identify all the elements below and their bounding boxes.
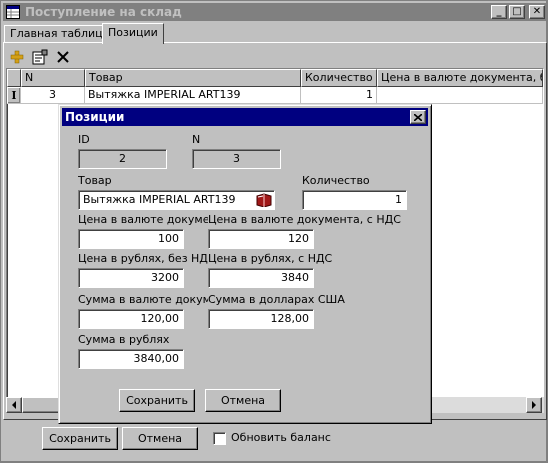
scroll-thumb[interactable] (22, 397, 62, 413)
cell-product[interactable]: Вытяжка IMPERIAL ART139 (85, 87, 301, 104)
row-indicator: I (7, 87, 21, 104)
arrow-left-icon (12, 401, 16, 409)
close-icon: ✕ (532, 6, 542, 17)
price-rub-label: Цена в рублях, без НДС (78, 252, 208, 265)
close-icon (414, 113, 422, 121)
column-header-price[interactable]: Цена в валюте документа, без (377, 69, 543, 87)
product-value: Вытяжка IMPERIAL ART139 (83, 193, 236, 206)
qty-field[interactable]: 1 (302, 190, 407, 210)
sum-doc-label: Сумма в валюте документа (78, 293, 208, 306)
column-header-qty[interactable]: Количество (301, 69, 377, 87)
id-field: 2 (78, 149, 167, 169)
product-label: Товар (78, 174, 112, 187)
grid-indicator-header (7, 69, 21, 87)
price-doc-field[interactable]: 100 (78, 229, 184, 249)
maximize-icon: □ (512, 6, 522, 17)
update-balance-checkbox[interactable] (213, 432, 226, 445)
table-row[interactable]: I 3 Вытяжка IMPERIAL ART139 1 (7, 87, 543, 104)
cell-n[interactable]: 3 (21, 87, 85, 104)
minimize-button[interactable]: _ (491, 5, 507, 19)
footer-cancel-button[interactable]: Отмена (122, 427, 198, 450)
edit-button[interactable] (30, 47, 50, 67)
tab-positions[interactable]: Позиции (102, 23, 164, 44)
add-button[interactable] (7, 47, 27, 67)
window-titlebar[interactable]: Поступление на склад _ □ ✕ (3, 3, 547, 21)
tab-main-table[interactable]: Главная таблица (4, 25, 116, 43)
tab-positions-label: Позиции (108, 26, 158, 39)
dialog-cancel-button[interactable]: Отмена (205, 389, 281, 412)
qty-label: Количество (302, 174, 370, 187)
tab-main-table-label: Главная таблица (10, 27, 110, 40)
scroll-left-button[interactable] (6, 397, 22, 413)
footer-save-button[interactable]: Сохранить (42, 427, 118, 450)
scroll-right-button[interactable] (526, 397, 542, 413)
book-icon (256, 193, 272, 207)
arrow-right-icon (532, 401, 536, 409)
n-label: N (192, 133, 201, 146)
table-app-icon (6, 5, 20, 19)
product-lookup-button[interactable] (255, 192, 273, 208)
n-field: 3 (192, 149, 281, 169)
sum-usd-field[interactable]: 128,00 (208, 309, 314, 329)
column-header-n[interactable]: N (21, 69, 85, 87)
price-doc-vat-field[interactable]: 120 (208, 229, 314, 249)
update-balance-label: Обновить баланс (231, 431, 331, 444)
delete-button[interactable] (53, 47, 73, 67)
sum-usd-label: Сумма в долларах США (208, 293, 345, 306)
price-doc-vat-label: Цена в валюте документа, с НДС (208, 213, 401, 226)
maximize-button[interactable]: □ (509, 5, 525, 19)
delete-x-icon (57, 51, 69, 63)
window-title: Поступление на склад (25, 5, 182, 19)
dialog-title: Позиции (65, 110, 125, 124)
product-field[interactable]: Вытяжка IMPERIAL ART139 (78, 190, 275, 210)
close-button[interactable]: ✕ (529, 5, 545, 19)
column-header-product[interactable]: Товар (85, 69, 301, 87)
dialog-close-button[interactable] (410, 110, 426, 124)
plus-icon (10, 50, 24, 64)
minimize-icon: _ (496, 6, 502, 17)
dialog-titlebar[interactable]: Позиции (62, 108, 428, 126)
sum-rub-label: Сумма в рублях (78, 333, 170, 346)
price-doc-label: Цена в валюте документа (78, 213, 208, 226)
cell-qty[interactable]: 1 (301, 87, 377, 104)
dialog-save-button[interactable]: Сохранить (119, 389, 195, 412)
edit-properties-icon (32, 49, 48, 65)
cell-price[interactable] (377, 87, 543, 104)
price-rub-field[interactable]: 3200 (78, 268, 184, 288)
positions-dialog: Позиции ID 2 N 3 Товар Вытяжка IMPERIAL … (58, 104, 432, 424)
price-rub-vat-label: Цена в рублях, с НДС (208, 252, 333, 265)
price-rub-vat-field[interactable]: 3840 (208, 268, 314, 288)
id-label: ID (78, 133, 90, 146)
sum-rub-field[interactable]: 3840,00 (78, 349, 184, 369)
sum-doc-field[interactable]: 120,00 (78, 309, 184, 329)
